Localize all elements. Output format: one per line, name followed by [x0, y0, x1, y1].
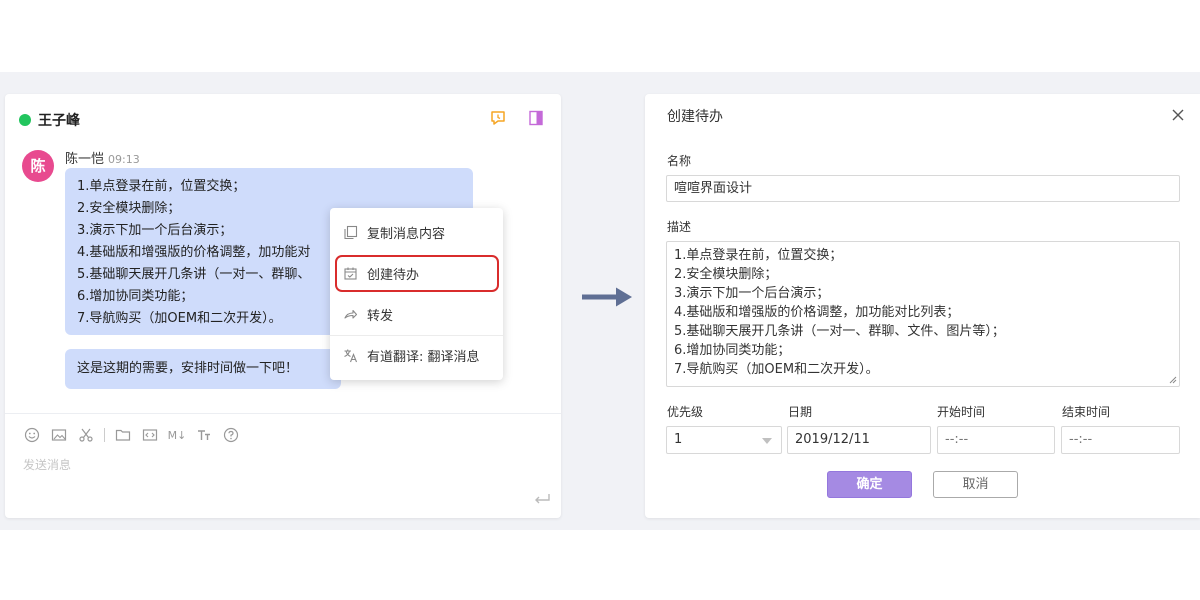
chevron-down-icon: [762, 438, 772, 444]
end-time-field[interactable]: --:--: [1061, 426, 1180, 454]
confirm-button[interactable]: 确定: [827, 471, 912, 498]
right-arrow-icon: [582, 287, 632, 307]
cancel-button[interactable]: 取消: [933, 471, 1018, 498]
send-icon[interactable]: [533, 492, 551, 506]
start-time-label: 开始时间: [937, 405, 986, 419]
history-icon[interactable]: [489, 109, 507, 127]
markdown-icon[interactable]: M↓: [168, 426, 187, 444]
description-line: 2.安全模块删除；: [674, 267, 778, 282]
help-icon[interactable]: [222, 426, 240, 444]
image-icon[interactable]: [50, 426, 68, 444]
menu-item-copy[interactable]: 复制消息内容: [330, 212, 503, 252]
divider: [5, 413, 561, 414]
end-time-label: 结束时间: [1062, 405, 1111, 419]
priority-select[interactable]: 1: [666, 426, 782, 454]
chat-header: 王子峰: [5, 94, 561, 144]
online-status-dot: [19, 114, 31, 126]
close-icon[interactable]: [1171, 108, 1185, 122]
toolbar-separator: [104, 428, 105, 442]
emoji-icon[interactable]: [23, 426, 41, 444]
menu-item-label: 有道翻译: 翻译消息: [367, 349, 480, 365]
sender-name: 陈一恺: [65, 152, 105, 167]
composer-toolbar: M↓: [23, 425, 249, 445]
create-todo-dialog: 创建待办 名称 喧喧界面设计 描述 1.单点登录在前，位置交换； 2.安全模块删…: [645, 94, 1200, 518]
code-icon[interactable]: [141, 426, 159, 444]
description-line: 3.演示下加一个后台演示；: [674, 286, 830, 301]
priority-label: 优先级: [667, 405, 704, 419]
menu-item-label: 转发: [367, 308, 394, 324]
dialog-title: 创建待办: [667, 109, 723, 125]
contact-name: 王子峰: [38, 113, 80, 129]
description-line: 5.基础聊天展开几条讲（一对一、群聊、文件、图片等）；: [674, 324, 1005, 339]
description-label: 描述: [667, 220, 692, 234]
start-time-field[interactable]: --:--: [937, 426, 1055, 454]
resize-handle-icon[interactable]: [1169, 376, 1177, 384]
scissors-icon[interactable]: [77, 426, 95, 444]
message-sender: 陈一恺 09:13: [65, 148, 140, 167]
avatar[interactable]: 陈: [22, 150, 54, 182]
highlight-box: [335, 255, 499, 292]
priority-value: 1: [674, 432, 683, 447]
copy-icon: [342, 224, 358, 240]
translate-icon: [342, 347, 358, 363]
description-line: 4.基础版和增强版的价格调整，加功能对比列表；: [674, 305, 960, 320]
menu-item-forward[interactable]: 转发: [330, 294, 503, 334]
text-format-icon[interactable]: [195, 426, 213, 444]
name-field[interactable]: 喧喧界面设计: [666, 175, 1180, 202]
context-menu: 复制消息内容 创建待办 转发 有道翻译: 翻译消息: [330, 208, 503, 380]
message-time: 09:13: [108, 153, 140, 166]
menu-item-label: 复制消息内容: [367, 226, 446, 242]
description-field[interactable]: 1.单点登录在前，位置交换； 2.安全模块删除； 3.演示下加一个后台演示； 4…: [666, 241, 1180, 387]
message-line: 1.单点登录在前，位置交换；: [77, 179, 246, 194]
date-label: 日期: [788, 405, 813, 419]
description-line: 7.导航购买（加OEM和二次开发）。: [674, 362, 879, 377]
date-field[interactable]: 2019/12/11: [787, 426, 931, 454]
description-line: 1.单点登录在前，位置交换；: [674, 248, 843, 263]
name-label: 名称: [667, 154, 692, 168]
message-input[interactable]: 发送消息: [23, 456, 71, 473]
description-line: 6.增加协同类功能；: [674, 343, 791, 358]
sidebar-toggle-icon[interactable]: [527, 109, 545, 127]
folder-icon[interactable]: [114, 426, 132, 444]
menu-item-translate[interactable]: 有道翻译: 翻译消息: [330, 335, 503, 375]
forward-icon: [342, 306, 358, 322]
message-bubble[interactable]: 这是这期的需要，安排时间做一下吧！: [65, 349, 341, 389]
